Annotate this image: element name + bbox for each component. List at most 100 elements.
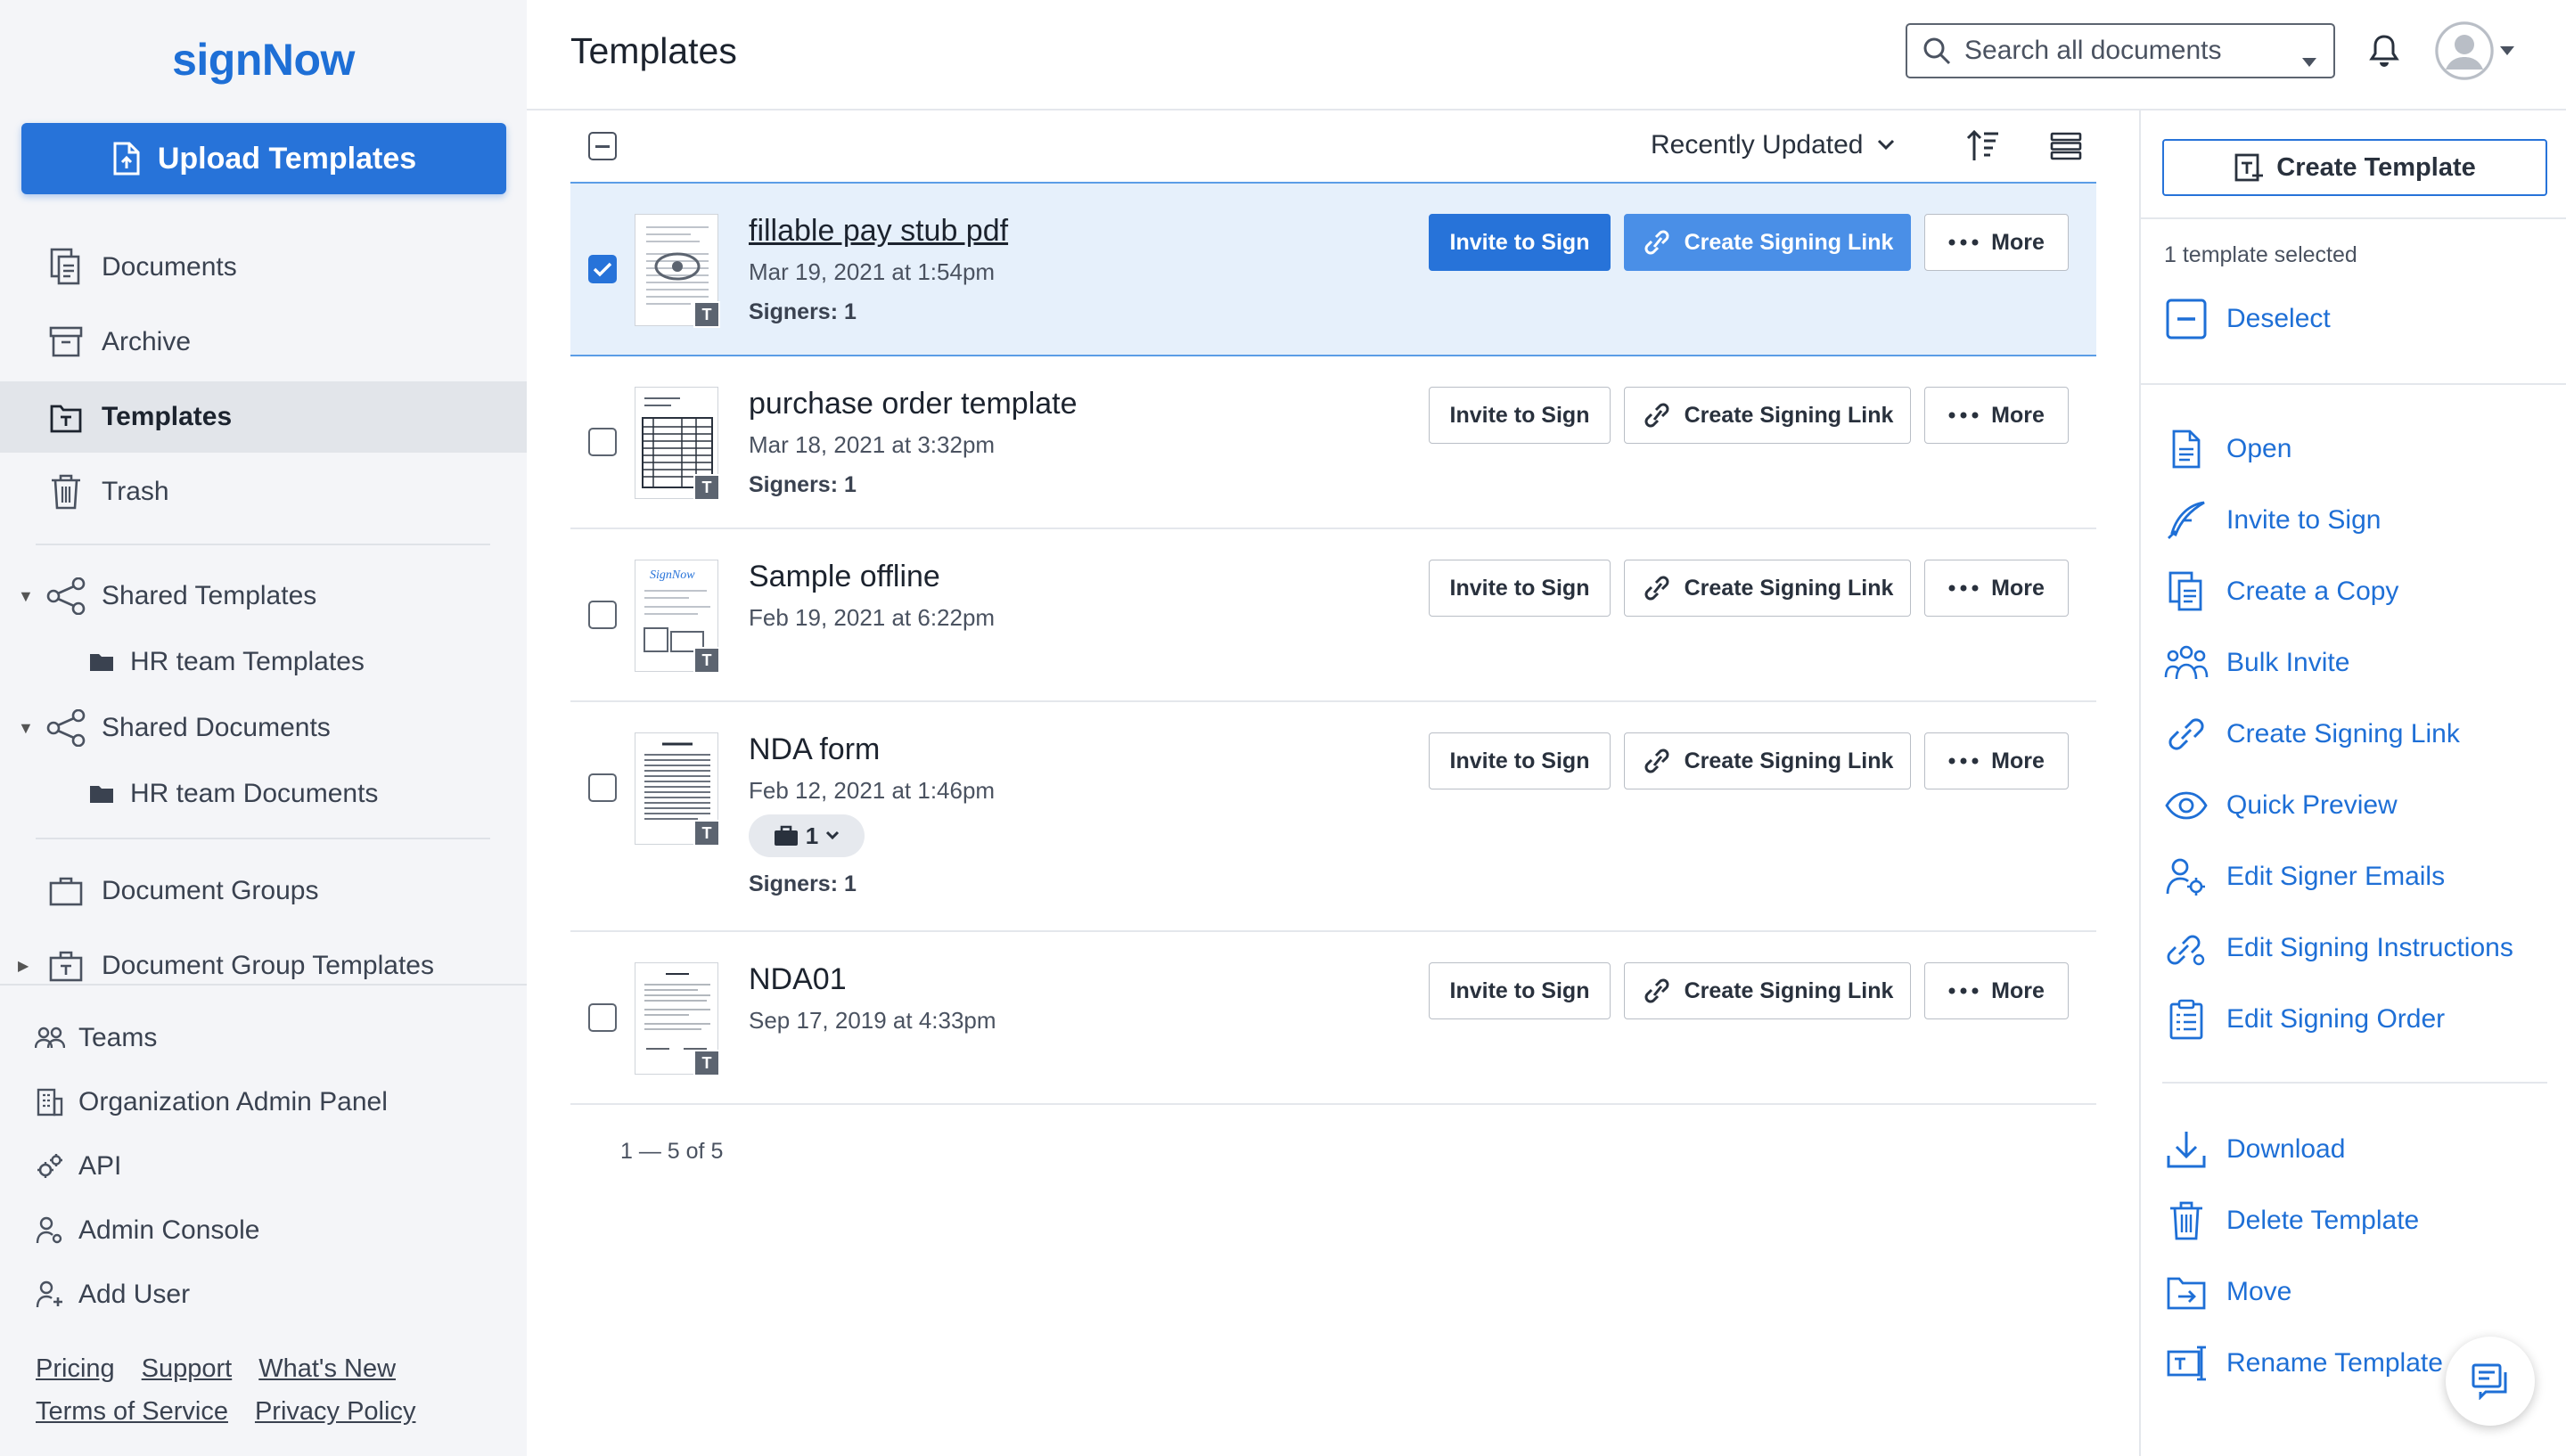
sidebar-item-hr-team-templates[interactable]: HR team Templates: [0, 631, 527, 693]
table-row[interactable]: T NDA form Feb 12, 2021 at 1:46pm 1 Sign…: [570, 702, 2096, 932]
signers-count: Signers: 1: [749, 299, 857, 324]
list-view-icon[interactable]: [2050, 132, 2082, 165]
footer-link-privacy[interactable]: Privacy Policy: [255, 1397, 416, 1426]
sidebar-item-document-group-templates[interactable]: ▶ Document Group Templates: [0, 930, 527, 1002]
footer-link-pricing[interactable]: Pricing: [36, 1354, 115, 1383]
button-label: More: [1991, 229, 2045, 255]
chevron-down-icon[interactable]: ▼: [18, 719, 36, 738]
button-label: Create Signing Link: [1684, 977, 1894, 1003]
document-thumbnail[interactable]: SignNow T: [635, 560, 720, 674]
table-row[interactable]: T NDA01 Sep 17, 2019 at 4:33pm Invite to…: [570, 932, 2096, 1105]
search-input[interactable]: Search all documents: [1906, 23, 2335, 78]
row-checkbox[interactable]: [588, 773, 617, 802]
document-name[interactable]: Sample offline: [749, 560, 940, 594]
create-signing-link-button[interactable]: Create Signing Link: [1624, 214, 1911, 271]
create-template-button[interactable]: Create Template: [2162, 139, 2547, 196]
chevron-down-icon[interactable]: [2499, 45, 2515, 61]
create-signing-link-button[interactable]: Create Signing Link: [1624, 962, 1911, 1019]
more-button[interactable]: More: [1924, 962, 2069, 1019]
invite-to-sign-button[interactable]: Invite to Sign: [1429, 732, 1611, 789]
avatar[interactable]: [2435, 21, 2494, 80]
footer-link-whats-new[interactable]: What's New: [258, 1354, 396, 1383]
sidebar-item-hr-team-documents[interactable]: HR team Documents: [0, 763, 527, 825]
document-thumbnail[interactable]: T: [635, 732, 720, 847]
document-name[interactable]: fillable pay stub pdf: [749, 214, 1008, 249]
action-rename-template[interactable]: Rename Template: [2164, 1337, 2443, 1390]
create-signing-link-button[interactable]: Create Signing Link: [1624, 387, 1911, 444]
document-name[interactable]: NDA01: [749, 962, 847, 997]
document-group-dropdown[interactable]: 1: [749, 814, 865, 857]
move-icon: [2164, 1270, 2209, 1314]
sidebar-item-organization-admin-panel[interactable]: Organization Admin Panel: [0, 1071, 527, 1133]
action-edit-signing-instructions[interactable]: Edit Signing Instructions: [2164, 921, 2513, 975]
bell-icon[interactable]: [2369, 34, 2399, 72]
invite-to-sign-button[interactable]: Invite to Sign: [1429, 214, 1611, 271]
chat-button[interactable]: [2446, 1337, 2535, 1426]
document-thumbnail[interactable]: T: [635, 962, 720, 1076]
document-date: Feb 19, 2021 at 6:22pm: [749, 604, 996, 631]
sidebar-item-document-groups[interactable]: Document Groups: [0, 855, 527, 927]
chevron-down-icon[interactable]: ▼: [18, 587, 36, 606]
action-create-signing-link[interactable]: Create Signing Link: [2164, 708, 2460, 761]
sidebar-item-archive[interactable]: Archive: [0, 307, 527, 378]
document-name[interactable]: NDA form: [749, 732, 880, 767]
sidebar-item-add-user[interactable]: Add User: [0, 1264, 527, 1326]
more-button[interactable]: More: [1924, 214, 2069, 271]
sort-dropdown[interactable]: Recently Updated: [1651, 130, 1895, 160]
table-row[interactable]: T purchase order template Mar 18, 2021 a…: [570, 356, 2096, 529]
invite-to-sign-button[interactable]: Invite to Sign: [1429, 962, 1611, 1019]
template-badge-icon: T: [693, 820, 720, 847]
row-checkbox[interactable]: [588, 1003, 617, 1032]
footer-links-row-2: Terms of Service Privacy Policy: [36, 1397, 442, 1427]
table-row[interactable]: T fillable pay stub pdf Mar 19, 2021 at …: [570, 182, 2096, 356]
button-label: Create Signing Link: [1684, 229, 1894, 255]
sidebar-divider: [36, 544, 490, 545]
invite-to-sign-button[interactable]: Invite to Sign: [1429, 387, 1611, 444]
action-bulk-invite[interactable]: Bulk Invite: [2164, 636, 2349, 690]
action-create-copy[interactable]: Create a Copy: [2164, 565, 2398, 618]
create-signing-link-button[interactable]: Create Signing Link: [1624, 732, 1911, 789]
brand-logo[interactable]: signNow: [0, 34, 527, 86]
create-signing-link-button[interactable]: Create Signing Link: [1624, 560, 1911, 617]
upload-templates-button[interactable]: Upload Templates: [21, 123, 506, 194]
action-edit-signer-emails[interactable]: Edit Signer Emails: [2164, 850, 2445, 904]
sidebar-item-admin-console[interactable]: Admin Console: [0, 1199, 527, 1262]
sidebar-item-templates[interactable]: Templates: [0, 381, 527, 453]
chevron-down-icon: [1878, 139, 1895, 151]
action-edit-signing-order[interactable]: Edit Signing Order: [2164, 993, 2445, 1046]
more-button[interactable]: More: [1924, 732, 2069, 789]
action-delete-template[interactable]: Delete Template: [2164, 1194, 2419, 1247]
sidebar-item-shared-templates[interactable]: ▼ Shared Templates: [0, 565, 527, 627]
sidebar-item-trash[interactable]: Trash: [0, 456, 527, 528]
chevron-right-icon[interactable]: ▶: [18, 957, 36, 975]
more-button[interactable]: More: [1924, 560, 2069, 617]
row-checkbox[interactable]: [588, 428, 617, 456]
footer-link-terms[interactable]: Terms of Service: [36, 1397, 228, 1426]
action-move[interactable]: Move: [2164, 1265, 2291, 1319]
sidebar-item-api[interactable]: API: [0, 1135, 527, 1198]
sidebar-item-shared-documents[interactable]: ▼ Shared Documents: [0, 697, 527, 759]
sidebar-item-teams[interactable]: Teams: [0, 1007, 527, 1069]
action-download[interactable]: Download: [2164, 1123, 2345, 1176]
api-icon: [34, 1152, 66, 1181]
sidebar-item-label: Teams: [78, 1023, 158, 1052]
table-row[interactable]: SignNow T Sample offline Feb 19, 2021 at…: [570, 529, 2096, 702]
row-checkbox[interactable]: [588, 601, 617, 629]
deselect-action[interactable]: Deselect: [2164, 292, 2331, 346]
action-quick-preview[interactable]: Quick Preview: [2164, 779, 2398, 832]
document-thumbnail[interactable]: T: [635, 387, 720, 501]
search-dropdown-icon[interactable]: [2301, 45, 2317, 75]
action-invite-to-sign[interactable]: Invite to Sign: [2164, 494, 2381, 547]
action-open[interactable]: Open: [2164, 422, 2291, 476]
search-icon: [1922, 36, 1952, 66]
quill-icon: [2164, 498, 2209, 543]
more-button[interactable]: More: [1924, 387, 2069, 444]
sort-direction-icon[interactable]: [1966, 128, 2000, 168]
footer-link-support[interactable]: Support: [142, 1354, 233, 1383]
row-checkbox[interactable]: [588, 255, 617, 283]
select-all-checkbox[interactable]: [588, 132, 617, 160]
sidebar-item-documents[interactable]: Documents: [0, 232, 527, 303]
invite-to-sign-button[interactable]: Invite to Sign: [1429, 560, 1611, 617]
document-thumbnail[interactable]: T: [635, 214, 720, 328]
document-name[interactable]: purchase order template: [749, 387, 1078, 421]
